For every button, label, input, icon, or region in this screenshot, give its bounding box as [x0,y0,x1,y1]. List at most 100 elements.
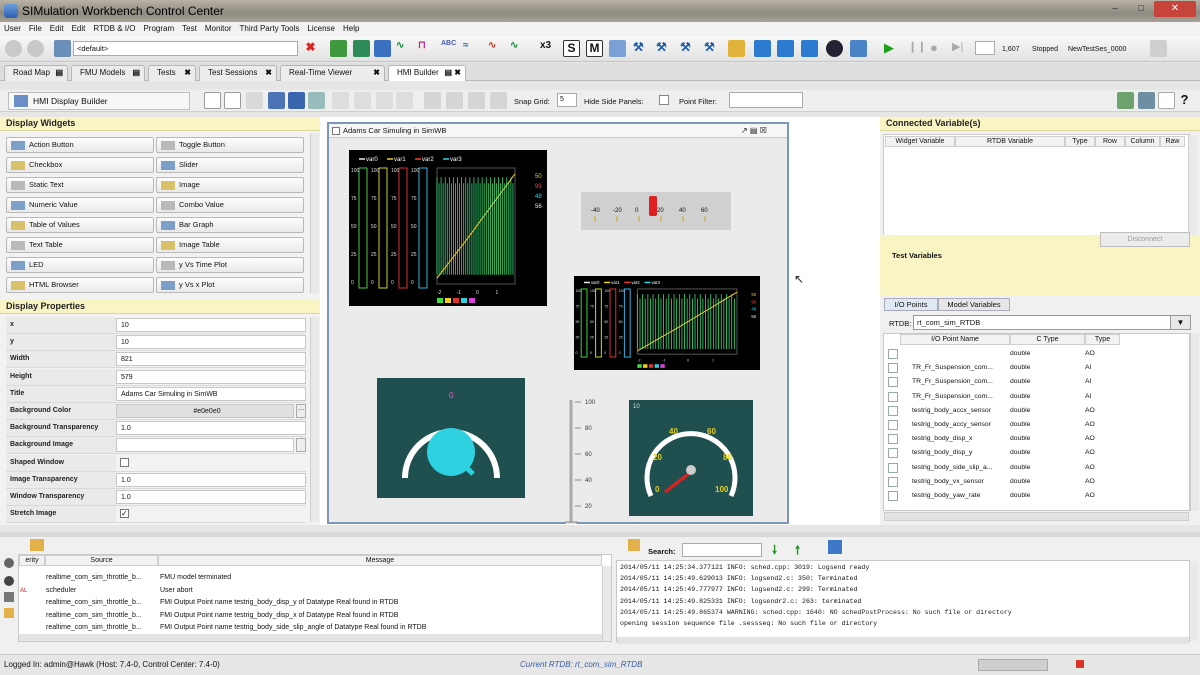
tool2-icon[interactable]: ⚒ [680,40,697,57]
tab-real-time-viewer[interactable]: Real-Time Viewer ✖ [280,65,385,81]
io-icon[interactable] [754,40,771,57]
script-icon[interactable]: x3 [540,40,557,57]
blank-icon[interactable] [246,92,263,109]
log-row[interactable]: realtime_com_sim_throttle_b... FMI Output… [20,610,610,622]
io-point-row[interactable]: testrig_body_yaw_rate double AO [885,489,1185,503]
widget-toggle-button[interactable]: Toggle Button [156,137,304,153]
chevron-down-icon[interactable]: ▼ [1170,315,1191,330]
plot-icon[interactable]: ∿ [488,40,505,57]
menu-rtdb[interactable]: RTDB & I/O [89,22,139,36]
wrench-icon[interactable]: ⚒ [633,40,650,57]
new-doc-icon[interactable] [204,92,221,109]
io-hscrollbar[interactable] [884,512,1189,521]
io3-icon[interactable] [801,40,818,57]
widget-led[interactable]: LED [6,257,154,273]
menu-program[interactable]: Program [139,22,178,36]
close-tab-icon[interactable]: ▤ ✖ [445,66,461,80]
tab-io-points[interactable]: I/O Points [884,298,938,311]
property-value[interactable]: 821 [116,352,306,367]
log-clear-icon[interactable] [4,608,14,618]
log-row[interactable]: realtime_com_sim_throttle_b... FMU model … [20,572,610,584]
menu-user[interactable]: User [0,22,25,36]
property-value[interactable]: 579 [116,369,306,384]
stop-icon[interactable]: ● [930,40,947,57]
io-point-row[interactable]: TR_Fr_Suspension_com... double AI [885,390,1185,404]
property-value[interactable]: 1.0 [116,472,306,487]
property-value[interactable]: 10 [116,335,306,350]
row-checkbox[interactable] [888,349,898,359]
menu-third-party[interactable]: Third Party Tools [236,22,304,36]
widget-y-vs-x-plot[interactable]: y Vs x Plot [156,277,304,293]
pause-icon[interactable]: ❙❙ [908,40,926,57]
curve-icon[interactable]: ∿ [510,40,527,57]
broom-icon[interactable] [30,539,44,551]
upload-icon[interactable] [308,92,325,109]
pointer-icon[interactable] [1158,92,1175,109]
error-indicator-icon[interactable] [1076,660,1084,668]
io-point-row[interactable]: TR_Fr_Suspension_com... double AI [885,361,1185,375]
tab-fmu-models[interactable]: FMU Models ▤ [71,65,145,81]
menu-help[interactable]: Help [339,22,363,36]
row-checkbox[interactable] [888,405,898,416]
import-icon[interactable] [1117,92,1134,109]
cut-icon[interactable] [354,92,371,109]
close-tab-icon[interactable]: ✖ [373,66,380,80]
widget-slider[interactable]: Slider [156,157,304,173]
grid-icon[interactable] [609,40,626,57]
close-tab-icon[interactable]: ✖ [184,66,191,80]
menu-test[interactable]: Test [178,22,201,36]
widgets-scrollbar[interactable] [310,133,319,293]
restore-icon[interactable]: ▤ [132,66,140,80]
io-point-row[interactable]: double AO [885,347,1185,361]
widget-text-table[interactable]: Text Table [6,237,154,253]
align-left-icon[interactable] [424,92,441,109]
property-value[interactable]: 1.0 [116,421,306,436]
export-icon[interactable] [1138,92,1155,109]
arrow-down-icon[interactable]: 🠗 [772,541,777,562]
widget-combo-value[interactable]: Combo Value [156,197,304,213]
arrow-up-icon[interactable]: 🠕 [795,541,800,562]
io-point-row[interactable]: TR_Fr_Suspension_com... double AI [885,375,1185,389]
tab-hmi-builder[interactable]: HMI Builder ▤ ✖ [388,65,466,81]
io-point-row[interactable]: testrig_body_vx_sensor double AO [885,475,1185,489]
new-file-icon[interactable] [224,92,241,109]
pulse-icon[interactable]: ⊓ [418,40,435,57]
forward-icon[interactable] [27,40,44,57]
restore-icon[interactable]: ▤ [55,66,63,80]
widget-y-vs-time-plot[interactable]: y Vs Time Plot [156,257,304,273]
widget-html-browser[interactable]: HTML Browser [6,277,154,293]
hmi-display-builder-button[interactable]: HMI Display Builder [8,92,190,110]
property-value[interactable] [116,438,294,453]
abc-icon[interactable]: ABC [441,40,458,57]
tool-icon[interactable]: ⚒ [656,40,673,57]
hmi-display-window[interactable]: Adams Car Simuling in SimWB ↗ ▤ ☒ var0 va… [327,122,789,524]
widget-static-text[interactable]: Static Text [6,177,154,193]
log-row[interactable]: AL scheduler User abort [20,585,610,597]
properties-scrollbar[interactable] [310,317,319,522]
m-icon[interactable]: M [586,40,603,57]
menu-license[interactable]: License [303,22,339,36]
row-checkbox[interactable] [888,448,898,459]
point-filter-input[interactable] [729,92,803,108]
database-icon[interactable] [374,40,391,57]
align-center-icon[interactable] [446,92,463,109]
splitter[interactable] [0,532,1200,537]
property-value[interactable]: Adams Car Simuling in SimWB [116,386,306,401]
minimize-button[interactable]: – [1102,1,1128,17]
console-save-icon[interactable] [828,540,842,554]
delete-icon[interactable] [396,92,413,109]
tab-test-sessions[interactable]: Test Sessions ✖ [199,65,277,81]
log-row[interactable]: realtime_com_sim_throttle_b... FMI Output… [20,622,610,634]
close-tab-icon[interactable]: ✖ [265,66,272,80]
tab-road-map[interactable]: Road Map ▤ [4,65,68,81]
session-dropdown[interactable]: <default> [73,41,298,56]
row-checkbox[interactable] [888,391,898,402]
align-right-icon[interactable] [468,92,485,109]
monitor-icon[interactable] [826,40,843,57]
menu-edit[interactable]: Edit [46,22,68,36]
property-value[interactable]: 1.0 [116,490,306,504]
save-as-icon[interactable] [288,92,305,109]
widget-bar-graph[interactable]: Bar Graph [156,217,304,233]
close-button[interactable]: ✕ [1154,1,1196,17]
table-icon[interactable] [353,40,370,57]
